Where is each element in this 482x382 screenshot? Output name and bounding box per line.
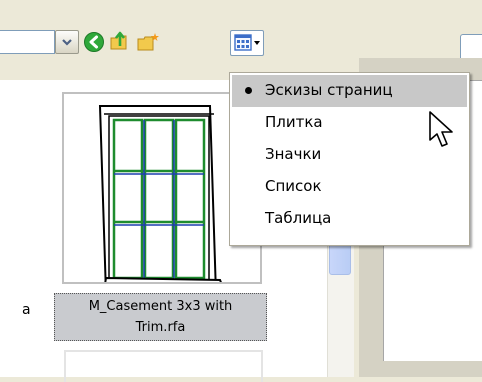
menu-item-label: Таблица <box>265 209 332 227</box>
new-folder-button[interactable] <box>136 30 160 54</box>
file-name-line1: M_Casement 3x3 with <box>88 299 233 314</box>
next-file-thumbnail[interactable] <box>64 350 263 382</box>
menu-item-label: Эскизы страниц <box>265 81 393 99</box>
up-folder-icon <box>110 31 127 50</box>
menu-item-label: Значки <box>265 145 322 163</box>
view-menu-button[interactable] <box>230 30 264 56</box>
view-menu-icon <box>234 34 260 51</box>
menu-item-thumbnails[interactable]: Эскизы страниц <box>232 75 467 107</box>
file-name-label[interactable]: M_Casement 3x3 with Trim.rfa <box>54 293 267 341</box>
partial-file-label: a <box>22 302 31 318</box>
menu-item-label: Список <box>265 177 322 195</box>
up-folder-button[interactable] <box>108 29 132 53</box>
back-arrow-icon <box>84 32 104 52</box>
new-folder-icon <box>137 33 159 51</box>
menu-item-list[interactable]: Список <box>232 171 467 203</box>
menu-item-details[interactable]: Таблица <box>232 203 467 235</box>
combo-dropdown-button[interactable] <box>55 30 79 54</box>
selected-bullet-icon <box>245 87 252 94</box>
path-combo-box[interactable] <box>0 30 55 54</box>
mouse-pointer-icon <box>429 111 453 147</box>
back-button[interactable] <box>82 30 106 54</box>
view-dropdown-menu: Эскизы страниц Плитка Значки Список Табл… <box>229 72 470 246</box>
menu-item-label: Плитка <box>265 113 323 131</box>
dropdown-arrow-icon <box>62 39 72 46</box>
file-name-line2: Trim.rfa <box>135 320 186 335</box>
